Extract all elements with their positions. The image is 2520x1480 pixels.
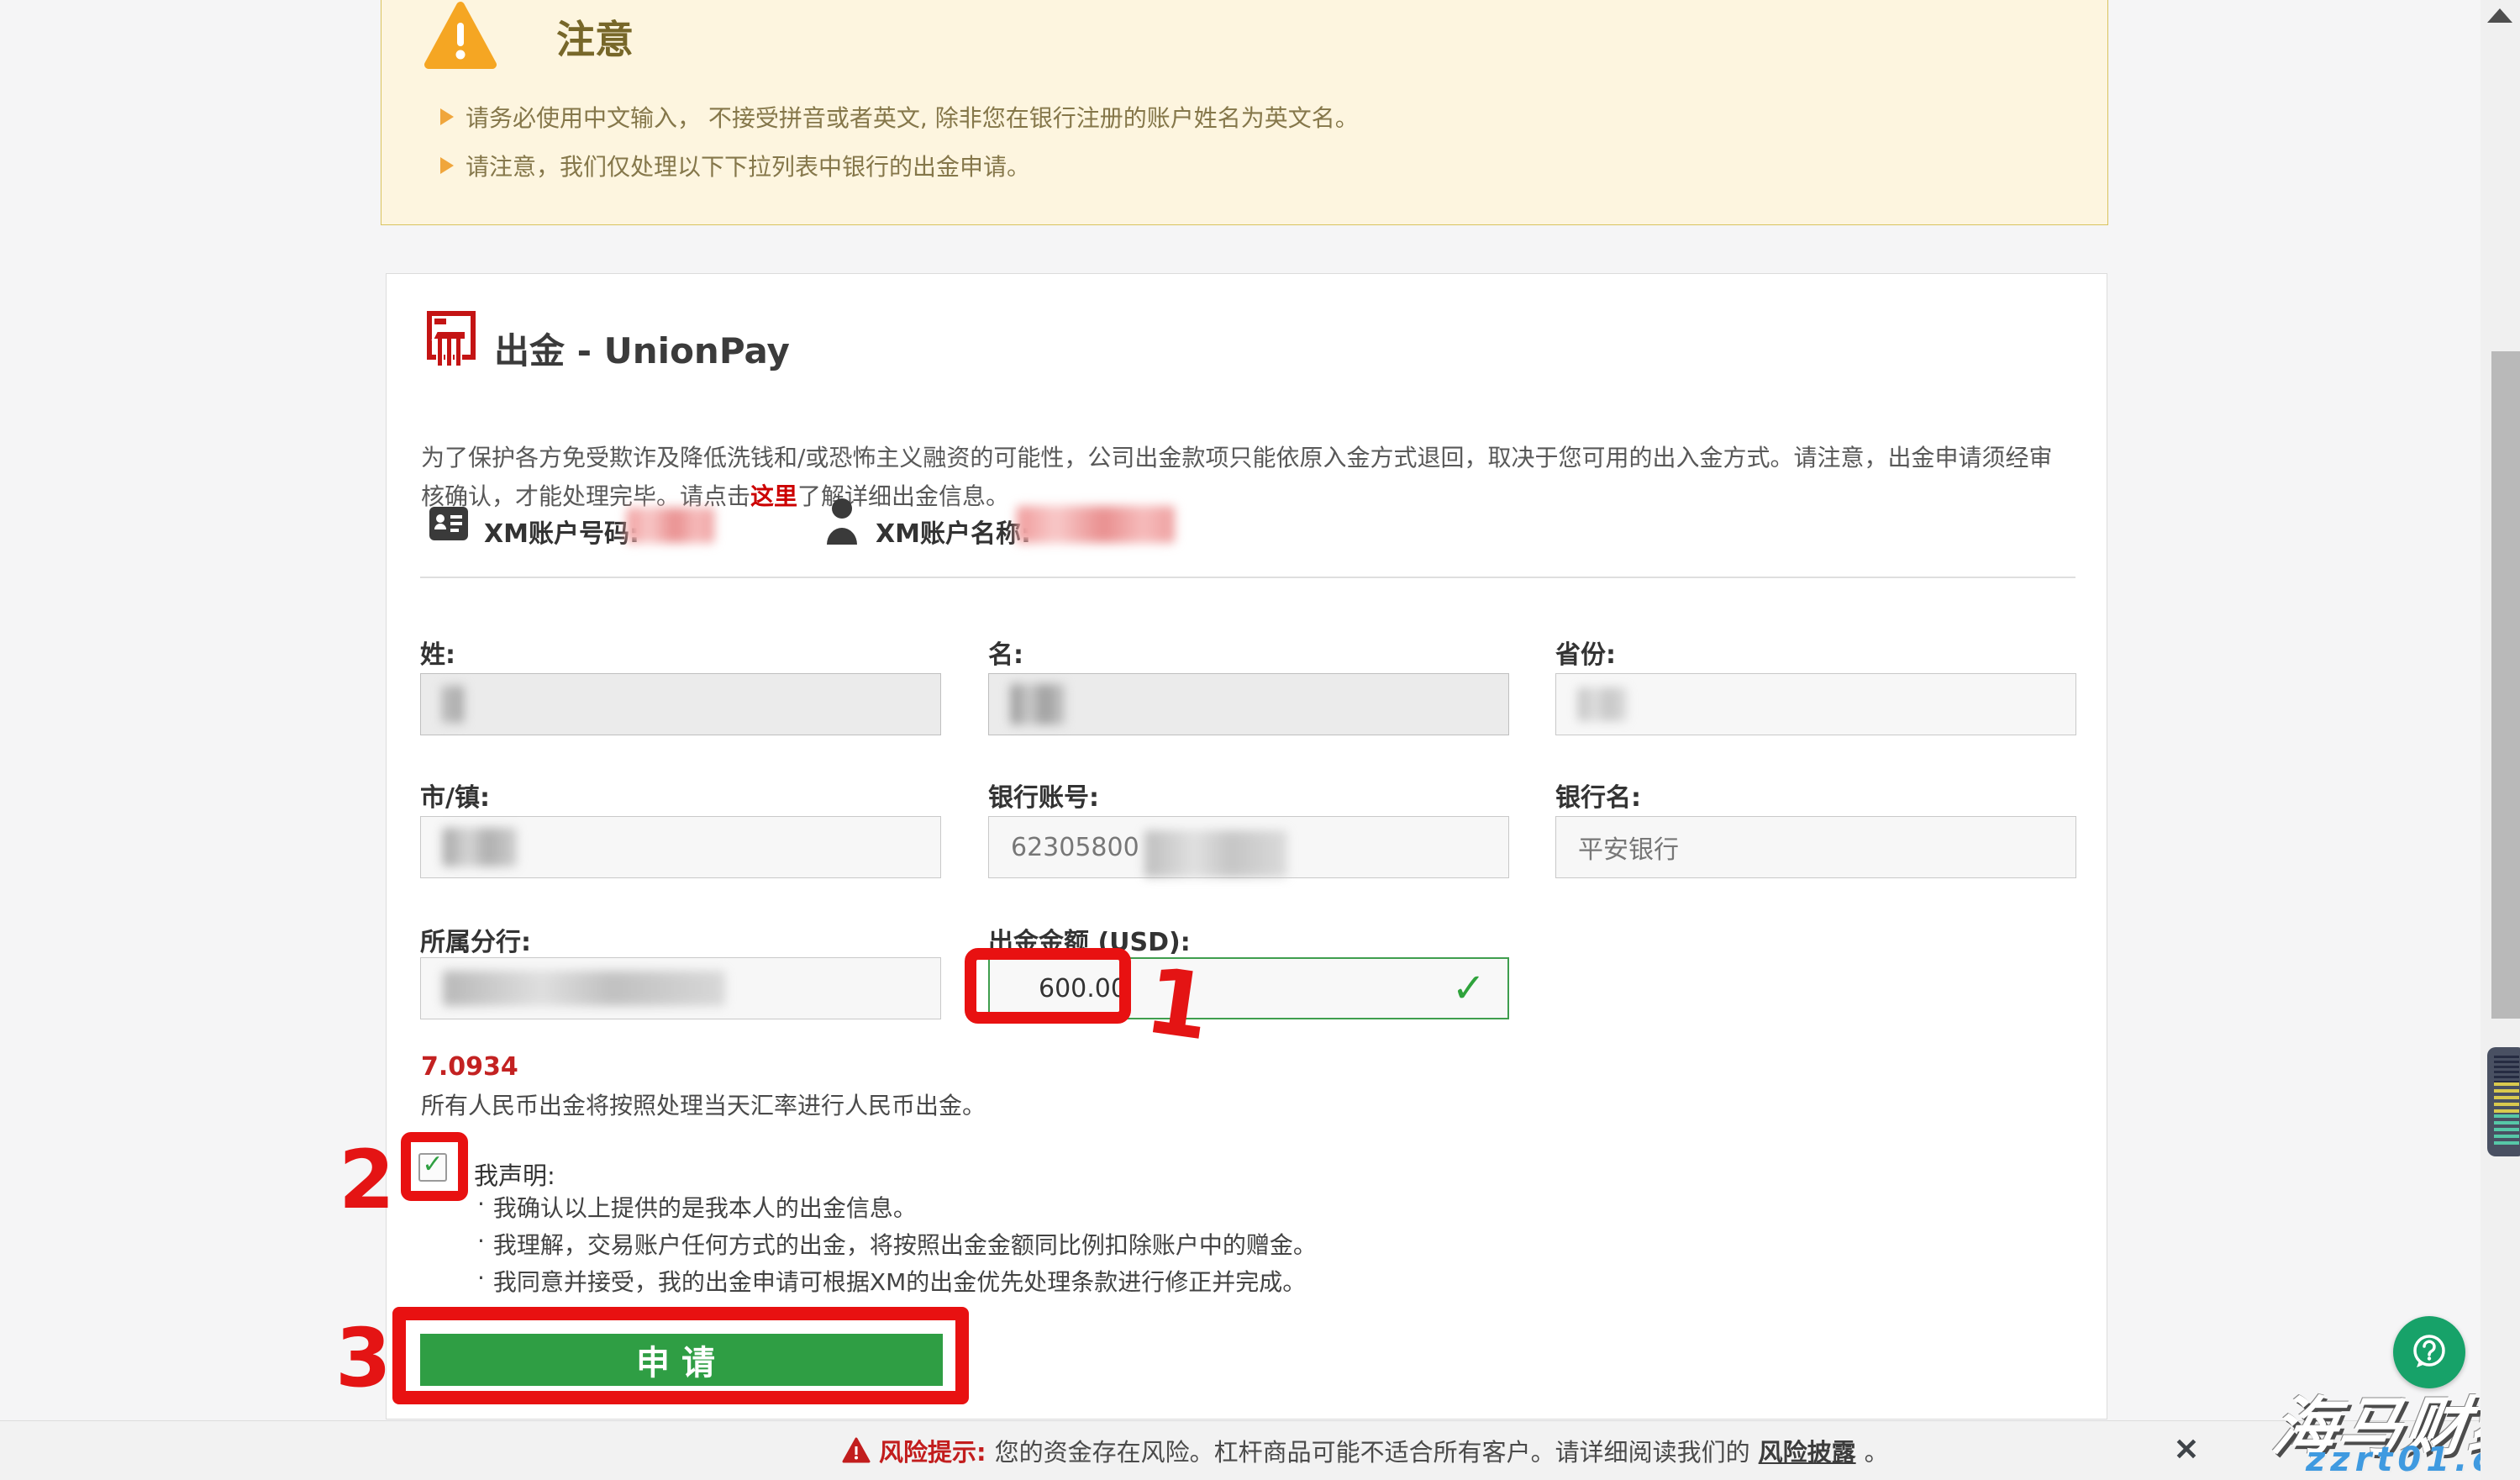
notice-bullet-text: 请注意，我们仅处理以下下拉列表中银行的出金申请。 <box>466 149 1030 182</box>
first-name-label: 名: <box>988 634 1023 671</box>
last-name-masked-value <box>443 686 465 723</box>
bank-account-visible-digits: 62305800 <box>1011 833 1139 862</box>
account-name-label: XM账户名称: <box>876 513 1031 550</box>
scrollbar-up-arrow[interactable] <box>2487 8 2512 23</box>
bank-account-input[interactable]: 62305800 <box>988 816 1509 878</box>
declaration-item: · 我同意并接受，我的出金申请可根据XM的出金优先处理条款进行修正并完成。 <box>477 1264 1306 1298</box>
declaration-item-text: 我同意并接受，我的出金申请可根据XM的出金优先处理条款进行修正并完成。 <box>493 1264 1306 1298</box>
province-label: 省份: <box>1555 634 1616 671</box>
branch-label: 所属分行: <box>420 921 531 958</box>
bullet-dot: · <box>477 1264 485 1298</box>
declaration-item: · 我理解，交易账户任何方式的出金，将按照出金金额同比例扣除账户中的赠金。 <box>477 1227 1317 1261</box>
first-name-input[interactable] <box>988 673 1509 735</box>
city-masked-value <box>443 828 517 866</box>
declaration-label: 我声明: <box>474 1156 555 1192</box>
risk-close-button[interactable]: ✕ <box>2163 1426 2210 1473</box>
page-title: 出金 - UnionPay <box>494 323 790 374</box>
declaration-item-text: 我确认以上提供的是我本人的出金信息。 <box>493 1190 917 1224</box>
bullet-dot: · <box>477 1227 485 1261</box>
person-icon <box>823 498 860 546</box>
annotation-box-step2 <box>401 1132 468 1201</box>
annotation-number-3: 3 <box>335 1318 392 1398</box>
city-label: 市/镇: <box>420 777 490 814</box>
annotation-number-2: 2 <box>339 1140 395 1220</box>
equalizer-stripes-icon <box>2494 1056 2519 1082</box>
branch-input[interactable] <box>420 957 941 1019</box>
bank-name-value: 平安银行 <box>1578 829 1679 866</box>
atm-withdrawal-icon <box>427 311 476 370</box>
exchange-rate: 7.0934 <box>421 1052 518 1082</box>
province-masked-value <box>1578 687 1627 721</box>
last-name-input[interactable] <box>420 673 941 735</box>
account-number-label: XM账户号码: <box>484 513 639 550</box>
risk-label: 风险提示: <box>879 1433 986 1468</box>
declaration-item-text: 我理解，交易账户任何方式的出金，将按照出金金额同比例扣除账户中的赠金。 <box>493 1227 1317 1261</box>
account-name-masked-value <box>1017 506 1175 543</box>
equalizer-stripes-icon <box>2494 1082 2519 1114</box>
bank-account-label: 银行账号: <box>988 777 1099 814</box>
bank-name-label: 银行名: <box>1555 777 1641 814</box>
id-card-icon <box>429 506 469 541</box>
risk-disclosure-link[interactable]: 风险披露 <box>1759 1433 1856 1468</box>
branch-masked-value <box>443 971 725 1006</box>
equalizer-stripes-icon <box>2494 1114 2519 1146</box>
province-input[interactable] <box>1555 673 2076 735</box>
description-text: 为了保护各方免受欺诈及降低洗钱和/或恐怖主义融资的可能性，公司出金款项只能依原入… <box>421 444 2052 510</box>
withdrawal-page: 注意 请务必使用中文输入， 不接受拼音或者英文, 除非您在银行注册的账户姓名为英… <box>0 0 2520 1480</box>
help-icon <box>2407 1330 2451 1374</box>
risk-text: 您的资金存在风险。杠杆商品可能不适合所有客户。请详细阅读我们的 <box>995 1433 1750 1468</box>
here-link[interactable]: 这里 <box>750 482 797 510</box>
risk-banner: 风险提示: 您的资金存在风险。杠杆商品可能不适合所有客户。请详细阅读我们的风险披… <box>0 1420 2520 1480</box>
risk-text-suffix: 。 <box>1865 1433 1889 1468</box>
notice-box: 注意 请务必使用中文输入， 不接受拼音或者英文, 除非您在银行注册的账户姓名为英… <box>381 0 2108 225</box>
exchange-rate-note: 所有人民币出金将按照处理当天汇率进行人民币出金。 <box>421 1088 986 1121</box>
notice-bullet-text: 请务必使用中文输入， 不接受拼音或者英文, 除非您在银行注册的账户姓名为英文名。 <box>466 100 1359 134</box>
bullet-arrow-icon <box>440 108 454 125</box>
account-number-masked-value <box>627 508 714 543</box>
side-extension-widget[interactable] <box>2487 1047 2520 1156</box>
notice-heading: 注意 <box>556 9 634 65</box>
warning-triangle-icon <box>424 1 497 71</box>
risk-warning-icon <box>842 1437 871 1464</box>
annotation-box-step3 <box>392 1307 969 1404</box>
annotation-box-step1 <box>965 948 1131 1024</box>
bullet-dot: · <box>477 1190 485 1224</box>
last-name-label: 姓: <box>420 634 455 671</box>
annotation-number-1: 1 <box>1140 956 1215 1054</box>
withdrawal-card: 出金 - UnionPay 为了保护各方免受欺诈及降低洗钱和/或恐怖主义融资的可… <box>386 273 2107 1419</box>
close-icon: ✕ <box>2174 1432 2199 1467</box>
notice-bullet: 请务必使用中文输入， 不接受拼音或者英文, 除非您在银行注册的账户姓名为英文名。 <box>440 100 1359 134</box>
bullet-arrow-icon <box>440 157 454 174</box>
city-input[interactable] <box>420 816 941 878</box>
scrollbar-thumb[interactable] <box>2491 351 2520 1019</box>
bank-account-masked-value <box>1144 830 1287 877</box>
first-name-masked-value <box>1011 684 1065 724</box>
card-description: 为了保护各方免受欺诈及降低洗钱和/或恐怖主义融资的可能性，公司出金款项只能依原入… <box>421 439 2071 516</box>
divider <box>420 577 2075 578</box>
notice-bullet: 请注意，我们仅处理以下下拉列表中银行的出金申请。 <box>440 149 1030 182</box>
declaration-item: · 我确认以上提供的是我本人的出金信息。 <box>477 1190 917 1224</box>
valid-check-icon: ✓ <box>1452 968 1486 1009</box>
risk-banner-content: 风险提示: 您的资金存在风险。杠杆商品可能不适合所有客户。请详细阅读我们的风险披… <box>842 1421 1889 1480</box>
bank-name-input[interactable]: 平安银行 <box>1555 816 2076 878</box>
